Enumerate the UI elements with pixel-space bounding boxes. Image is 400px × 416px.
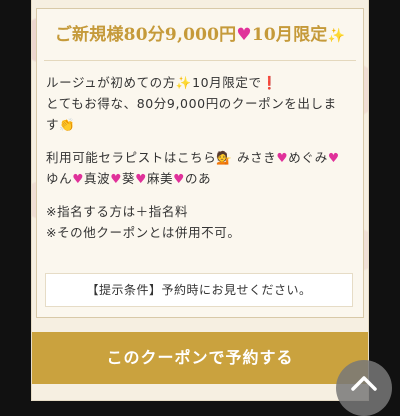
- intro-line-3: す👏: [46, 117, 76, 132]
- heart-icon: ♥: [72, 171, 85, 186]
- presentation-condition: 【提示条件】予約時にお見せください。: [45, 273, 353, 307]
- intro-paragraph: ルージュが初めての方✨10月限定で❗ とてもお得な、80分9,000円のクーポン…: [46, 72, 358, 135]
- therapist-name: みさき: [237, 150, 277, 165]
- reserve-with-coupon-button[interactable]: このクーポンで予約する: [32, 332, 368, 384]
- intro-line-1: ルージュが初めての方✨10月限定で❗: [46, 75, 278, 90]
- therapist-name: 麻美: [146, 171, 174, 186]
- heart-icon: ♥: [236, 25, 252, 45]
- coupon-title-main: ご新規様80分9,000円: [54, 25, 237, 45]
- heart-icon: ♥: [276, 150, 289, 165]
- therapist-paragraph: 利用可能セラピストはこちら💁 みさき♥めぐみ♥ ゆん♥真波♥葵♥麻美♥のあ: [46, 147, 358, 189]
- coupon-title-limited: 10月限定: [251, 25, 328, 45]
- therapist-line-1: 利用可能セラピストはこちら💁 みさき♥めぐみ♥: [46, 150, 340, 165]
- heart-icon: ♥: [173, 171, 185, 186]
- note-line: ※指名する方は＋指名料: [46, 204, 189, 219]
- heart-icon: ♥: [110, 171, 123, 186]
- coupon-description: ルージュが初めての方✨10月限定で❗ とてもお得な、80分9,000円のクーポン…: [46, 72, 358, 255]
- notes-paragraph: ※指名する方は＋指名料 ※その他クーポンとは併用不可。: [46, 201, 358, 243]
- note-line: ※その他クーポンとは併用不可。: [46, 225, 241, 240]
- heart-icon: ♥: [327, 150, 340, 165]
- therapist-name: 真波: [84, 171, 111, 186]
- therapist-name: めぐみ: [288, 150, 328, 165]
- chevron-up-icon: [351, 376, 377, 391]
- clapping-icon: 👏: [59, 117, 76, 132]
- intro-line-2: とてもお得な、80分9,000円のクーポンを出しま: [46, 96, 337, 111]
- sparkles-icon: ✨: [327, 28, 346, 44]
- title-divider: [44, 60, 356, 61]
- exclamation-icon: ❗: [261, 75, 278, 90]
- coupon-title: ご新規様80分9,000円♥10月限定✨: [36, 20, 364, 45]
- therapist-name: 葵: [122, 171, 136, 186]
- heart-icon: ♥: [135, 171, 147, 186]
- therapist-line-2: ゆん♥真波♥葵♥麻美♥のあ: [46, 168, 358, 189]
- person-icon: 💁: [216, 150, 233, 165]
- therapist-name: のあ: [184, 171, 212, 186]
- therapist-name: ゆん: [46, 171, 73, 186]
- scroll-to-top-button[interactable]: [336, 360, 392, 416]
- sparkles-icon: ✨: [175, 75, 193, 90]
